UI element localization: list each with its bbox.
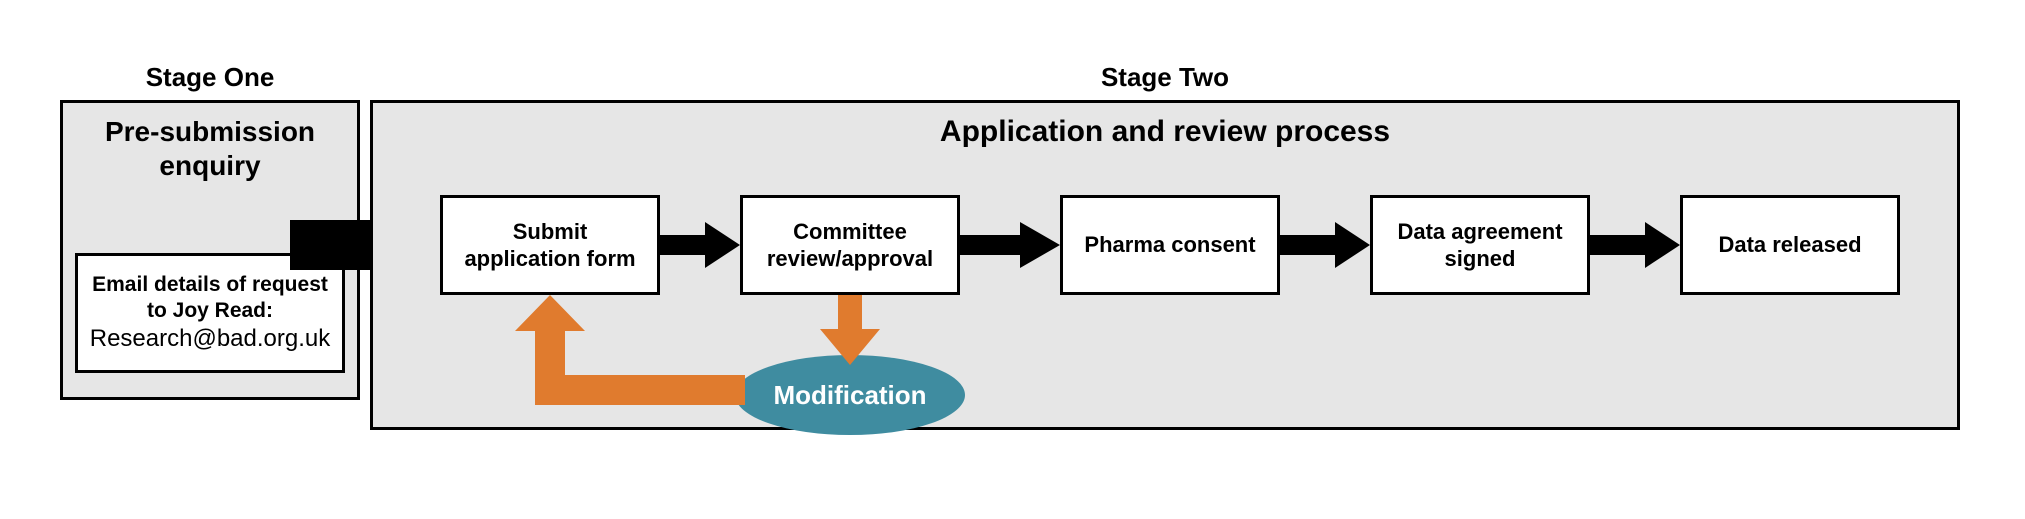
- arrow-submit-to-committee: [660, 222, 740, 268]
- stage-two-title: Application and review process: [373, 115, 1957, 149]
- stage-one-title: Pre-submission enquiry: [63, 115, 357, 182]
- email-address: Research@bad.org.uk: [90, 324, 331, 354]
- stage-one-label: Stage One: [60, 62, 360, 93]
- arrow-committee-to-modification: [820, 295, 880, 365]
- step-released: Data released: [1680, 195, 1900, 295]
- step-submit: Submit application form: [440, 195, 660, 295]
- step-committee: Committee review/approval: [740, 195, 960, 295]
- arrow-pharma-to-agreement: [1280, 222, 1370, 268]
- arrow-agreement-to-released: [1590, 222, 1680, 268]
- email-line2: to Joy Read:: [147, 298, 273, 324]
- stage-two-label: Stage Two: [370, 62, 1960, 93]
- modification-node: Modification: [735, 355, 965, 435]
- arrow-modification-to-submit: [515, 295, 745, 410]
- step-pharma: Pharma consent: [1060, 195, 1280, 295]
- process-diagram: Stage One Stage Two Pre-submission enqui…: [0, 0, 2025, 519]
- step-agreement: Data agreement signed: [1370, 195, 1590, 295]
- arrow-committee-to-pharma: [960, 222, 1060, 268]
